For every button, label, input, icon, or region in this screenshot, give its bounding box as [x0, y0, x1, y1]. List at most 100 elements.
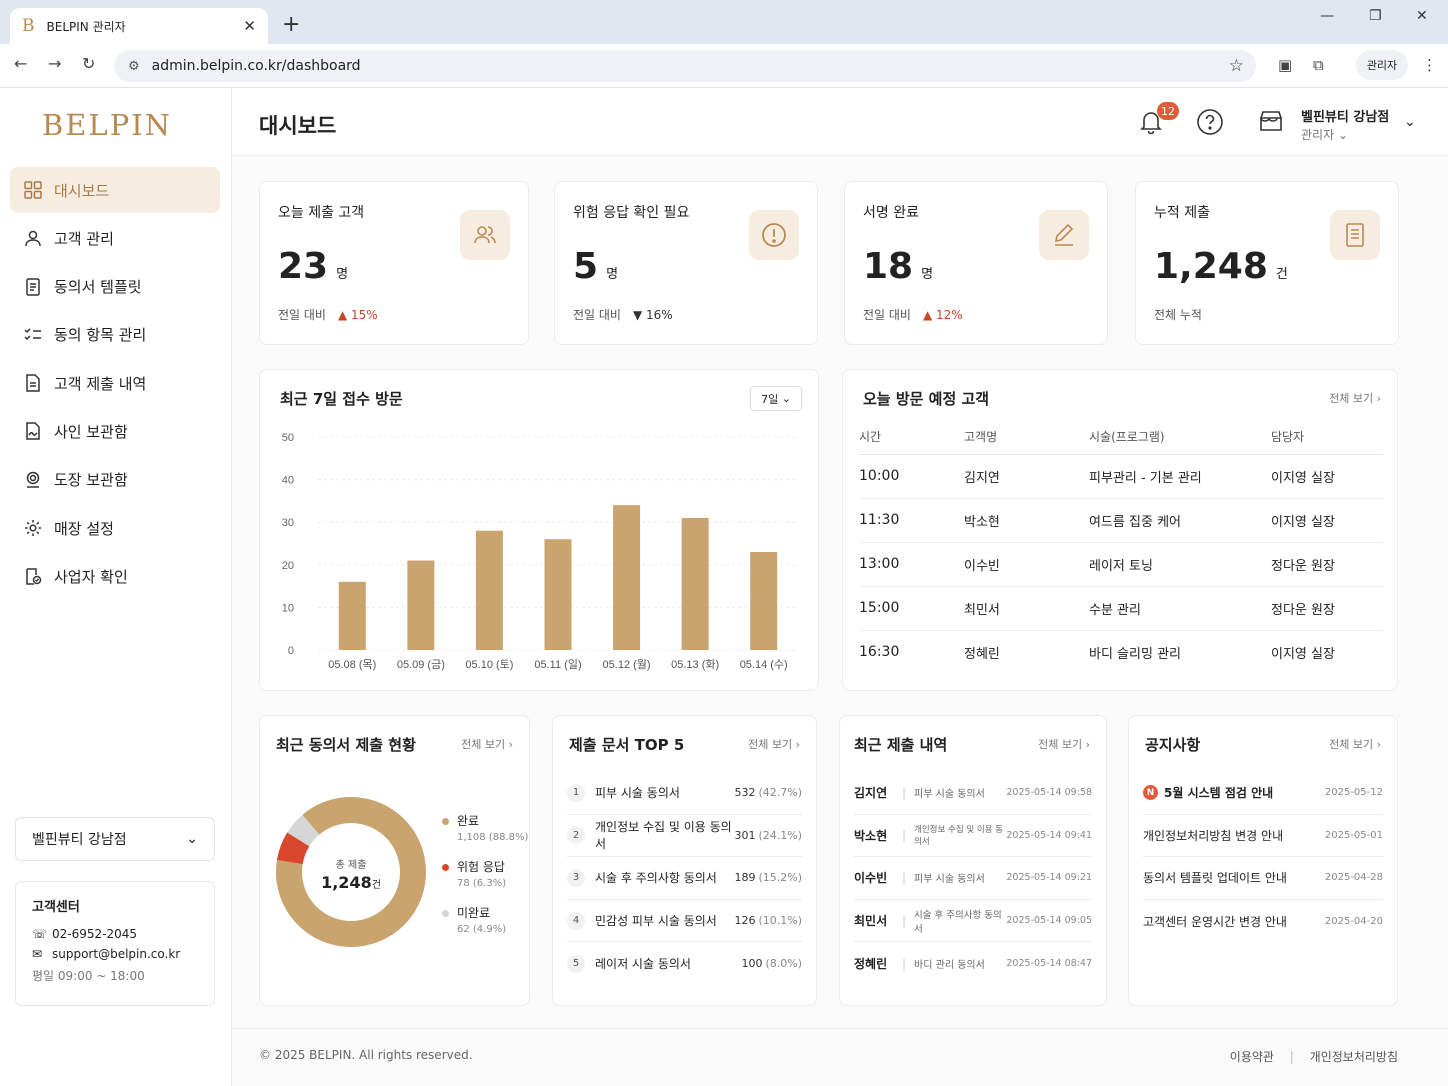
sidebar-item-settings[interactable]: 매장 설정: [10, 505, 220, 551]
kpi-foot: 전체 누적: [1154, 308, 1202, 322]
bookmark-star-icon[interactable]: ☆: [1229, 56, 1244, 76]
list-item[interactable]: 동의서 템플릿 업데이트 안내 2025-04-28: [1143, 857, 1383, 900]
schedule-table: 시간 고객명 시술(프로그램) 담당자 10:00 김지연 피부관리 - 기본 관리…: [859, 420, 1383, 674]
notification-badge: 12: [1157, 102, 1179, 120]
terms-link[interactable]: 이용약관: [1230, 1050, 1274, 1064]
bar-chart: 0 10 20 30 40 50 05.08 (목) 05.09 (금) 05.10 (토) 05…: [282, 432, 798, 671]
kpi-label: 위험 응답 확인 필요: [573, 205, 690, 221]
toolbar: ← → ↻ ⚙ admin.belpin.co.kr/dashboard ☆ ▣…: [0, 44, 1448, 88]
kpi-value: 23 명: [278, 246, 349, 287]
list-item[interactable]: 4 민감성 피부 시술 동의서 126 (10.1%): [567, 900, 802, 943]
alert-icon: [749, 210, 799, 260]
consent-status-more-link[interactable]: 전체 보기 ›: [461, 736, 513, 752]
address-bar[interactable]: ⚙ admin.belpin.co.kr/dashboard ☆: [114, 50, 1256, 82]
cs-email[interactable]: support@belpin.co.kr: [52, 947, 180, 961]
sidebar-item-consent-items[interactable]: 동의 항목 관리: [10, 312, 220, 358]
stamp-icon: [24, 471, 42, 489]
gear-icon: [24, 519, 42, 537]
y-tick-label: 10: [282, 602, 294, 614]
notices-more-link[interactable]: 전체 보기 ›: [1329, 736, 1381, 752]
y-tick-label: 30: [282, 517, 294, 529]
profile-button[interactable]: 관리자: [1356, 50, 1408, 80]
sidebar-item-submissions[interactable]: 고객 제출 내역: [10, 360, 220, 406]
help-icon[interactable]: [1196, 108, 1224, 140]
sidebar-item-stamps[interactable]: 도장 보관함: [10, 457, 220, 503]
user-role[interactable]: 관리자 ⌄: [1301, 126, 1348, 143]
notices-list: N 5월 시스템 점검 안내 2025-05-12 개인정보처리방침 변경 안내 20…: [1143, 772, 1383, 942]
site-info-icon[interactable]: ⚙: [128, 59, 140, 74]
minimize-icon[interactable]: —: [1320, 8, 1334, 24]
sidebar-item-label: 사인 보관함: [54, 422, 128, 441]
bar: [681, 517, 709, 650]
close-window-icon[interactable]: ✕: [1416, 8, 1428, 24]
table-row[interactable]: 16:30 정혜린 바디 슬리밍 관리 이지영 실장: [859, 630, 1383, 674]
table-row[interactable]: 11:30 박소현 여드름 집중 케어 이지영 실장: [859, 498, 1383, 543]
table-row[interactable]: 10:00 김지연 피부관리 - 기본 관리 이지영 실장: [859, 454, 1383, 499]
browser-tab[interactable]: B BELPIN 관리자 ✕: [10, 8, 268, 44]
bar: [544, 539, 572, 650]
chevron-down-icon[interactable]: ⌄: [1404, 114, 1416, 130]
legend-item: 완료 1,108 (88.8%): [442, 812, 528, 843]
sidebar-item-label: 매장 설정: [54, 519, 114, 538]
list-item[interactable]: 이수빈 | 피부 시술 동의서 2025-05-14 09:21: [854, 857, 1092, 900]
kpi-label: 오늘 제출 고객: [278, 205, 365, 221]
phone-icon: ☏: [32, 927, 48, 941]
close-tab-icon[interactable]: ✕: [243, 17, 256, 35]
top5-more-link[interactable]: 전체 보기 ›: [748, 736, 800, 752]
list-item[interactable]: 2 개인정보 수집 및 이용 동의서 301 (24.1%): [567, 815, 802, 858]
list-item[interactable]: N 5월 시스템 점검 안내 2025-05-12: [1143, 772, 1383, 815]
business-check-icon: [24, 567, 42, 586]
sidebar-item-templates[interactable]: 동의서 템플릿: [10, 264, 220, 310]
kpi-value: 1,248 건: [1154, 246, 1288, 287]
y-tick-label: 0: [288, 645, 294, 657]
sidebar-item-customers[interactable]: 고객 관리: [10, 215, 220, 261]
recent-more-link[interactable]: 전체 보기 ›: [1038, 736, 1090, 752]
logo: BELPIN: [41, 108, 173, 142]
more-menu-icon[interactable]: ⋮: [1422, 56, 1437, 74]
list-item[interactable]: 3 시술 후 주의사항 동의서 189 (15.2%): [567, 857, 802, 900]
list-item[interactable]: 최민서 | 시술 후 주의사항 동의서 2025-05-14 09:05: [854, 900, 1092, 943]
puzzle-icon[interactable]: ⧉: [1313, 56, 1324, 74]
reload-icon[interactable]: ↻: [82, 54, 95, 73]
bar: [613, 505, 641, 650]
store-name[interactable]: 벨핀뷰티 강남점: [1301, 106, 1389, 125]
y-tick-label: 20: [282, 560, 294, 572]
kpi-card-signed: 서명 완료 18 명 전일 대비 ▲ 12%: [844, 181, 1108, 345]
user-icon: [24, 229, 42, 247]
signature-icon: [24, 422, 42, 441]
sidebar-item-signatures[interactable]: 사인 보관함: [10, 408, 220, 454]
list-item[interactable]: 정혜린 | 바디 관리 동의서 2025-05-14 08:47: [854, 942, 1092, 985]
sidebar-item-label: 사업자 확인: [54, 567, 128, 586]
maximize-icon[interactable]: ❐: [1369, 8, 1382, 24]
list-item[interactable]: 5 레이저 시술 동의서 100 (8.0%): [567, 942, 802, 985]
forward-icon[interactable]: →: [48, 54, 61, 73]
new-tab-icon[interactable]: +: [282, 12, 300, 37]
top5-list: 1 피부 시술 동의서 532 (42.7%) 2 개인정보 수집 및 이용 동의서 30…: [567, 772, 802, 985]
col-header: 담당자: [1271, 420, 1383, 455]
top5-card: 제출 문서 TOP 5 전체 보기 › 1 피부 시술 동의서 532 (42.7%)…: [552, 715, 817, 1006]
top5-title: 제출 문서 TOP 5: [569, 736, 685, 754]
list-item[interactable]: 박소현 | 개인정보 수집 및 이용 동의서 2025-05-14 09:41: [854, 815, 1092, 858]
sidebar-item-dashboard[interactable]: 대시보드: [10, 167, 220, 213]
copyright: © 2025 BELPIN. All rights reserved.: [259, 1048, 473, 1062]
schedule-card: 오늘 방문 예정 고객 전체 보기 › 시간 고객명 시술(프로그램) 담당자 …: [842, 369, 1398, 691]
list-item[interactable]: 김지연 | 피부 시술 동의서 2025-05-14 09:58: [854, 772, 1092, 815]
list-item[interactable]: 1 피부 시술 동의서 532 (42.7%): [567, 772, 802, 815]
legend-item: 위험 응답 78 (6.3%): [442, 858, 528, 889]
schedule-more-link[interactable]: 전체 보기 ›: [1329, 390, 1381, 406]
tab-title: BELPIN 관리자: [46, 19, 126, 34]
sidebar-item-business[interactable]: 사업자 확인: [10, 553, 220, 599]
list-item[interactable]: 개인정보처리방침 변경 안내 2025-05-01: [1143, 815, 1383, 858]
table-row[interactable]: 13:00 이수빈 레이저 토닝 정다운 원장: [859, 542, 1383, 587]
footer-links: 이용약관 | 개인정보처리방침: [1229, 1050, 1398, 1064]
list-item[interactable]: 고객센터 운영시간 변경 안내 2025-04-20: [1143, 900, 1383, 943]
extension-icon[interactable]: ▣: [1278, 56, 1292, 74]
table-row[interactable]: 15:00 최민서 수분 관리 정다운 원장: [859, 586, 1383, 631]
new-badge: N: [1143, 785, 1158, 801]
donut-center-label: 총 제출: [335, 860, 367, 871]
store-select[interactable]: 벨핀뷰티 강남점 ⌄: [15, 817, 215, 861]
back-icon[interactable]: ←: [14, 54, 27, 73]
privacy-link[interactable]: 개인정보처리방침: [1310, 1050, 1398, 1064]
x-tick-label: 05.10 (토): [465, 659, 513, 671]
file-list-icon: [24, 374, 42, 392]
